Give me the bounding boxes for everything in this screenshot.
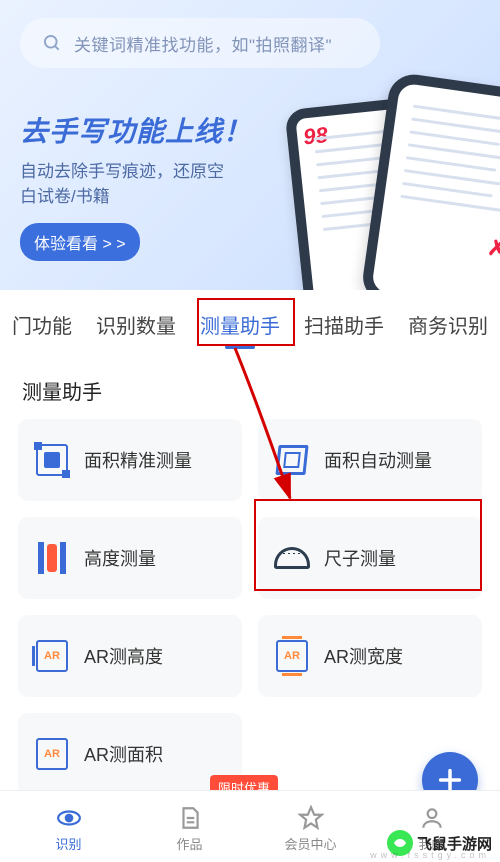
ar-area-icon: AR	[34, 736, 70, 772]
banner-copy: 去手写功能上线！ 自动去除手写痕迹，还原空 白试卷/书籍 体验看看 > >	[20, 110, 252, 261]
eye-icon	[56, 805, 82, 831]
tab-measure-assistant[interactable]: 测量助手	[188, 304, 292, 345]
card-ar-area[interactable]: AR AR测面积	[18, 713, 242, 795]
card-area-auto[interactable]: 面积自动测量	[258, 419, 482, 501]
tab-scan-assistant[interactable]: 扫描助手	[292, 304, 396, 345]
height-icon	[34, 540, 70, 576]
nav-member-center[interactable]: 会员中心	[271, 805, 351, 853]
nav-label: 会员中心	[284, 834, 336, 853]
measure-tools-grid: 面积精准测量 面积自动测量 高度测量 尺子测量 AR AR测高度 AR AR测宽…	[0, 419, 500, 795]
nav-label: 作品	[176, 834, 202, 853]
area-auto-icon	[274, 442, 310, 478]
phone-illustration: ✓ ✗ ✓ ✗	[295, 82, 500, 290]
try-now-button[interactable]: 体验看看 > >	[20, 223, 140, 261]
ruler-icon	[274, 540, 310, 576]
card-ruler[interactable]: 尺子测量	[258, 517, 482, 599]
card-label: 面积精准测量	[84, 447, 192, 473]
card-label: 面积自动测量	[324, 447, 432, 473]
card-ar-width[interactable]: AR AR测宽度	[258, 615, 482, 697]
search-placeholder: 关键词精准找功能，如"拍照翻译"	[74, 31, 332, 56]
card-ar-height[interactable]: AR AR测高度	[18, 615, 242, 697]
category-tabs: 门功能 识别数量 测量助手 扫描助手 商务识别	[0, 290, 500, 356]
star-icon	[298, 805, 324, 831]
card-area-precise[interactable]: 面积精准测量	[18, 419, 242, 501]
watermark-url: www.fsstgy.com	[370, 850, 490, 860]
card-label: 高度测量	[84, 545, 156, 571]
document-icon	[177, 805, 203, 831]
card-label: 尺子测量	[324, 545, 396, 571]
card-label: AR测面积	[84, 741, 163, 767]
ar-height-icon: AR	[34, 638, 70, 674]
banner-title: 去手写功能上线！	[20, 110, 252, 150]
user-icon	[419, 805, 445, 831]
card-label: AR测宽度	[324, 643, 403, 669]
banner-subtitle: 自动去除手写痕迹，还原空 白试卷/书籍	[20, 160, 252, 209]
tab-gate-function[interactable]: 门功能	[0, 304, 84, 345]
section-title: 测量助手	[0, 356, 500, 419]
tab-recognize-count[interactable]: 识别数量	[84, 304, 188, 345]
tab-business-recognize[interactable]: 商务识别	[396, 304, 500, 345]
nav-recognize[interactable]: 识别	[29, 805, 109, 853]
search-icon	[42, 33, 62, 53]
card-height[interactable]: 高度测量	[18, 517, 242, 599]
ar-width-icon: AR	[274, 638, 310, 674]
search-input[interactable]: 关键词精准找功能，如"拍照翻译"	[20, 18, 380, 68]
nav-works[interactable]: 作品	[150, 805, 230, 853]
nav-label: 识别	[55, 834, 81, 853]
card-label: AR测高度	[84, 643, 163, 669]
promo-banner: 关键词精准找功能，如"拍照翻译" 去手写功能上线！ 自动去除手写痕迹，还原空 白…	[0, 0, 500, 290]
area-precise-icon	[34, 442, 70, 478]
category-tabs-container: 门功能 识别数量 测量助手 扫描助手 商务识别	[0, 290, 500, 356]
